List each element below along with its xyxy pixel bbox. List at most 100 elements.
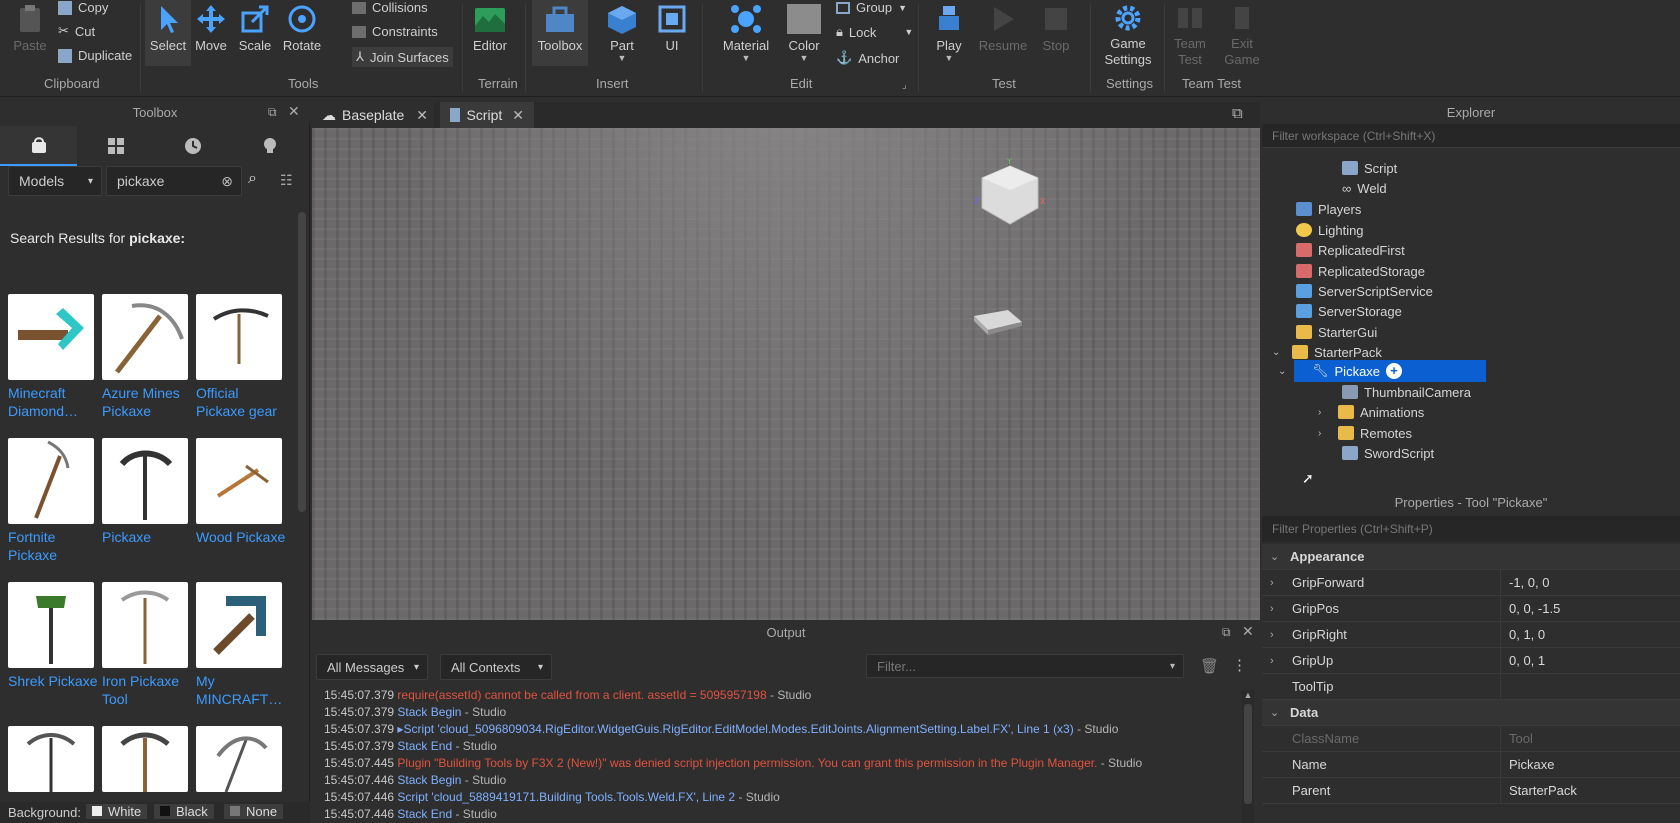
chevron-down-icon[interactable]: ⌄ <box>1272 347 1286 358</box>
trash-icon[interactable]: 🗑︎ <box>1200 657 1219 675</box>
output-scrollbar[interactable]: ▲ <box>1242 690 1254 823</box>
collisions-toggle[interactable]: Collisions <box>352 0 428 15</box>
model-title[interactable]: Azure Mines Pickaxe <box>102 384 194 420</box>
resume-button[interactable]: Resume <box>976 4 1030 53</box>
stop-button[interactable]: Stop <box>1036 4 1076 53</box>
fullscreen-toggle-icon[interactable]: ⧉ <box>1232 105 1243 122</box>
model-title[interactable]: Shrek Pickaxe <box>8 672 100 690</box>
toolbox-scrollbar[interactable] <box>298 212 306 512</box>
section-appearance[interactable]: ⌄ Appearance <box>1262 544 1680 570</box>
material-dropdown-arrow[interactable]: ▼ <box>718 53 774 63</box>
log-line[interactable]: 15:45:07.446 Script 'cloud_5889419171.Bu… <box>324 790 780 804</box>
clear-search-icon[interactable]: ⊗ <box>221 173 233 190</box>
model-thumbnail[interactable] <box>8 294 94 380</box>
paste-button[interactable]: Paste <box>12 4 48 53</box>
add-object-icon[interactable]: + <box>1386 363 1403 379</box>
model-title[interactable]: Official Pickaxe gear <box>196 384 288 420</box>
property-row[interactable]: Parent StarterPack <box>1262 777 1680 804</box>
category-dropdown[interactable]: Models ▾ <box>8 166 102 196</box>
part-button[interactable]: Part ▼ <box>600 4 644 63</box>
team-test-button[interactable]: Team Test <box>1168 4 1212 68</box>
rotate-button[interactable]: Rotate <box>280 4 324 53</box>
bg-black-option[interactable]: Black <box>154 804 214 819</box>
scroll-up-icon[interactable]: ▲ <box>1242 690 1254 700</box>
close-tab-icon[interactable]: ✕ <box>512 107 524 124</box>
group-dropdown-arrow[interactable]: ▼ <box>898 3 907 13</box>
tab-inventory[interactable] <box>77 126 154 166</box>
explorer-item-remotes[interactable]: › Remotes <box>1318 422 1412 444</box>
more-options-icon[interactable]: ⋮ <box>1232 656 1247 674</box>
play-dropdown-arrow[interactable]: ▼ <box>928 53 970 63</box>
copy-button[interactable]: Copy <box>58 0 108 15</box>
explorer-filter-input[interactable]: Filter workspace (Ctrl+Shift+X) <box>1262 124 1680 148</box>
explorer-item-server-storage[interactable]: ServerStorage <box>1296 300 1402 322</box>
tab-baseplate[interactable]: ☁ Baseplate ✕ <box>312 102 434 128</box>
color-button[interactable]: Color ▼ <box>784 4 824 63</box>
color-dropdown-arrow[interactable]: ▼ <box>784 53 824 63</box>
explorer-item-weld[interactable]: ∞ Weld <box>1342 177 1387 199</box>
pickaxe-part[interactable] <box>972 308 1024 335</box>
view-selector-cube[interactable]: Y X Z <box>972 157 1048 230</box>
explorer-item-script[interactable]: Script <box>1342 157 1397 179</box>
model-title[interactable]: Fortnite Pickaxe <box>8 528 100 564</box>
ui-button[interactable]: UI <box>654 4 690 53</box>
property-row[interactable]: › GripRight 0, 1, 0 <box>1262 621 1680 648</box>
filter-sliders-icon[interactable]: ☷ <box>280 172 293 189</box>
material-button[interactable]: Material ▼ <box>718 4 774 63</box>
search-icon[interactable]: ⌕ <box>248 170 257 188</box>
lock-button[interactable]: 🔒︎ Lock ▼ <box>836 24 913 40</box>
move-button[interactable]: Move <box>193 4 229 53</box>
game-settings-button[interactable]: Game Settings <box>1098 4 1158 68</box>
message-filter-dropdown[interactable]: All Messages ▾ <box>316 654 428 680</box>
scroll-thumb[interactable] <box>1244 704 1252 804</box>
toolbox-button[interactable]: Toolbox <box>532 0 588 66</box>
tab-marketplace[interactable] <box>0 126 77 166</box>
anchor-button[interactable]: ⚓ Anchor <box>836 50 899 66</box>
explorer-item-replicated-storage[interactable]: ReplicatedStorage <box>1296 260 1425 282</box>
bg-white-option[interactable]: White <box>86 804 148 819</box>
chevron-right-icon[interactable]: › <box>1318 428 1332 439</box>
dock-icon[interactable]: ⧉ <box>268 105 277 120</box>
properties-filter-input[interactable]: Filter Properties (Ctrl+Shift+P) <box>1262 516 1680 542</box>
explorer-item-players[interactable]: Players <box>1296 198 1361 220</box>
lock-dropdown-arrow[interactable]: ▼ <box>904 27 913 37</box>
terrain-editor-button[interactable]: Editor <box>470 4 510 53</box>
search-input[interactable]: pickaxe ⊗ <box>106 166 242 196</box>
tab-script[interactable]: Script ✕ <box>440 102 534 128</box>
tab-recent[interactable] <box>154 126 231 166</box>
explorer-item-pickaxe[interactable]: ⌄ 🔧︎ Pickaxe + <box>1278 360 1486 382</box>
close-icon[interactable]: ✕ <box>288 103 300 120</box>
join-surfaces-toggle[interactable]: ⅄ Join Surfaces <box>352 47 453 67</box>
scale-button[interactable]: Scale <box>237 4 273 53</box>
model-thumbnail[interactable] <box>102 582 188 668</box>
model-thumbnail[interactable] <box>8 726 94 792</box>
exit-game-button[interactable]: Exit Game <box>1220 4 1264 68</box>
chevron-right-icon[interactable]: › <box>1318 407 1332 418</box>
close-icon[interactable]: ✕ <box>1242 623 1254 640</box>
explorer-item-server-script-service[interactable]: ServerScriptService <box>1296 280 1433 302</box>
group-button[interactable]: Group ▼ <box>836 0 907 15</box>
chevron-down-icon[interactable]: ⌄ <box>1278 366 1292 377</box>
explorer-item-animations[interactable]: › Animations <box>1318 401 1424 423</box>
property-row[interactable]: › GripForward -1, 0, 0 <box>1262 569 1680 596</box>
model-title[interactable]: Minecraft Diamond… <box>8 384 100 420</box>
output-filter-input[interactable]: Filter... ▾ <box>866 654 1184 678</box>
tab-creations[interactable] <box>231 126 308 166</box>
close-tab-icon[interactable]: ✕ <box>416 107 428 124</box>
explorer-item-starter-gui[interactable]: StarterGui <box>1296 321 1377 343</box>
model-thumbnail[interactable] <box>102 438 188 524</box>
context-filter-dropdown[interactable]: All Contexts ▾ <box>440 654 552 680</box>
model-title[interactable]: Wood Pickaxe <box>196 528 288 546</box>
constraints-toggle[interactable]: Constraints <box>352 24 438 39</box>
model-title[interactable]: Pickaxe <box>102 528 194 546</box>
explorer-item-sword-script[interactable]: SwordScript <box>1342 442 1434 464</box>
model-thumbnail[interactable] <box>196 726 282 793</box>
explorer-item-replicated-first[interactable]: ReplicatedFirst <box>1296 239 1405 261</box>
model-thumbnail[interactable] <box>196 438 282 524</box>
part-dropdown-arrow[interactable]: ▼ <box>600 53 644 63</box>
select-button[interactable]: Select <box>145 0 191 66</box>
dock-icon[interactable]: ⧉ <box>1222 625 1231 640</box>
property-row[interactable]: ToolTip <box>1262 673 1680 700</box>
play-button[interactable]: Play ▼ <box>928 4 970 63</box>
model-thumbnail[interactable] <box>196 582 282 668</box>
